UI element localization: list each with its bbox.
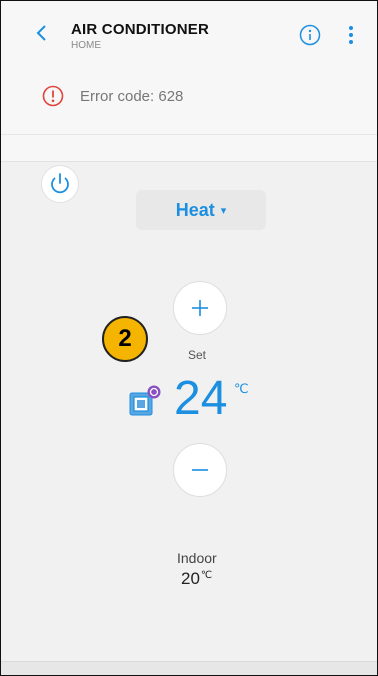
increase-temperature-button[interactable] (173, 281, 227, 335)
error-text: Error code: 628 (80, 88, 184, 105)
alert-circle-icon (42, 85, 64, 107)
minus-icon (192, 469, 208, 471)
more-options-button[interactable] (345, 24, 357, 46)
indoor-label: Indoor (177, 550, 217, 566)
power-icon (51, 173, 69, 194)
mode-dropdown[interactable]: Heat ▾ (136, 190, 266, 230)
set-temperature-unit: ℃ (234, 381, 249, 396)
back-button[interactable] (31, 22, 53, 44)
indoor-unit-icon (127, 384, 163, 420)
device-title: AIR CONDITIONER (71, 21, 209, 38)
indoor-temperature: 20℃ (181, 569, 212, 589)
header-divider (1, 134, 377, 135)
mode-label: Heat (175, 200, 215, 220)
step-badge: 2 (102, 316, 148, 362)
set-label: Set (188, 348, 207, 362)
chevron-down-icon: ▾ (220, 205, 227, 217)
set-temperature-value: 24 (174, 372, 228, 425)
plus-icon (192, 300, 208, 316)
vertical-dots-icon (349, 26, 353, 44)
device-location: HOME (71, 40, 101, 51)
info-circle-icon (299, 24, 321, 46)
app-screen: AIR CONDITIONER HOME Error code: 628 Hea… (0, 0, 378, 676)
indoor-temperature-value: 20 (181, 569, 200, 588)
header: AIR CONDITIONER HOME Error code: 628 (1, 1, 377, 162)
info-button[interactable] (299, 24, 321, 46)
bottom-bar (1, 661, 377, 675)
indoor-temperature-unit: ℃ (200, 570, 213, 581)
chevron-left-icon (36, 25, 46, 41)
decrease-temperature-button[interactable] (173, 443, 227, 497)
power-button[interactable] (41, 165, 79, 203)
